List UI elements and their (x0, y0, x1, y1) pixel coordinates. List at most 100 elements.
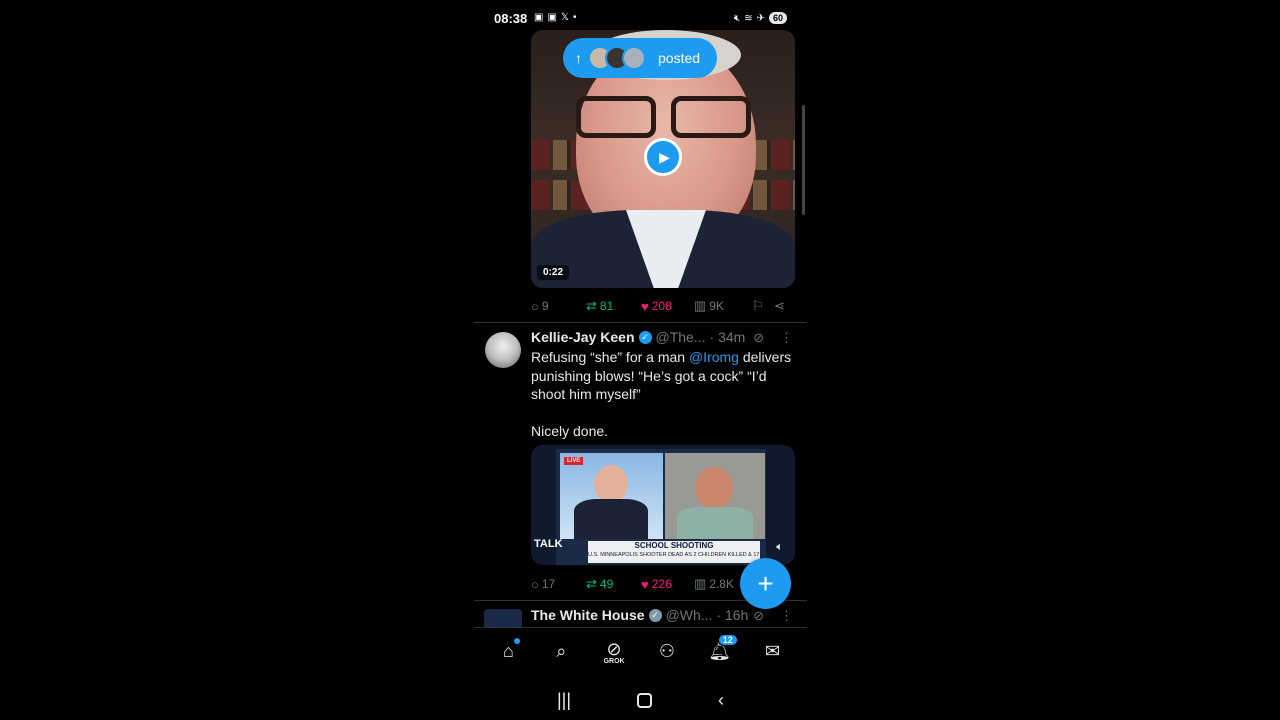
like-button[interactable]: ♥ 208 (641, 299, 694, 314)
author-handle[interactable]: @The... (656, 329, 706, 345)
search-icon: ⌕ (556, 641, 567, 661)
heart-filled-icon: ♥ (641, 576, 649, 592)
tv-right-panel (665, 453, 765, 539)
verified-gray-badge-icon: ✓ (648, 608, 662, 622)
nav-grok[interactable]: ⊘ GROK (594, 632, 634, 672)
views-count: 9K (709, 299, 724, 313)
tweet2-header: Kellie-Jay Keen ✓ @The... · 34m (531, 329, 745, 345)
repost-count: 81 (599, 299, 614, 313)
people-icon: ⚇ (658, 641, 675, 661)
reply-button[interactable]: ○ 17 (531, 577, 586, 592)
share-button[interactable]: ⋖ (774, 298, 794, 314)
repost-button[interactable]: ⇄ 81 (586, 298, 641, 314)
views-chart-icon: ▥ (694, 576, 707, 591)
mention-link[interactable]: @Iromg (689, 349, 739, 365)
tweet2-text: Refusing “she” for a man @Iromg delivers… (531, 348, 801, 404)
bottom-nav: ⌂ ⌕ ⊘ GROK ⚇ 🔔︎ 12 ✉ (474, 627, 807, 675)
repost-icon: ⇄ (586, 298, 597, 313)
nav-communities[interactable]: ⚇ (647, 632, 687, 672)
like-count: 208 (651, 299, 672, 313)
views-count: 2.8K (709, 577, 734, 591)
screenshot-icon: ▣ (534, 12, 544, 23)
tweet-time: · 34m (709, 329, 746, 345)
reply-icon: ○ (531, 576, 539, 592)
posted-label: posted (658, 50, 701, 66)
video-duration: 0:22 (537, 265, 570, 280)
nav-notifications[interactable]: 🔔︎ 12 (700, 632, 740, 672)
battery-indicator: 60 (768, 12, 787, 24)
system-home-button[interactable] (637, 692, 652, 708)
mail-icon: ✉ (765, 641, 781, 661)
tweet3-tools: ⊘ ⋮ (753, 608, 793, 624)
author-name[interactable]: Kellie-Jay Keen (531, 329, 635, 345)
verified-badge-icon: ✓ (638, 330, 652, 344)
airplane-icon: ✈ (756, 12, 765, 24)
news-banner: SCHOOL SHOOTING U.S. MINNEAPOLIS SHOOTER… (588, 541, 760, 563)
tweet2-video[interactable]: LIVE SCHOOL SHOOTING U.S. MINNEAPOLIS SH… (531, 445, 795, 565)
views-button[interactable]: ▥ 9K (694, 298, 752, 314)
tweet-text: Refusing “she” for a man (531, 349, 689, 365)
grok-icon: ⊘ (606, 638, 622, 659)
notifications-badge: 12 (717, 633, 738, 646)
more-options-icon[interactable]: ⋮ (780, 608, 793, 624)
banner-subtitle: U.S. MINNEAPOLIS SHOOTER DEAD AS 2 CHILD… (588, 552, 760, 558)
status-time: 08:38 (494, 11, 528, 26)
like-button[interactable]: ♥ 226 (641, 577, 694, 592)
author-name[interactable]: The White House (531, 607, 645, 623)
repost-icon: ⇄ (586, 576, 597, 591)
wifi-icon: ≋ (744, 12, 753, 24)
reply-button[interactable]: ○ 9 (531, 299, 586, 314)
like-count: 226 (651, 577, 672, 591)
posted-avatars (588, 46, 646, 70)
share-icon: ⋖ (774, 298, 785, 313)
new-content-dot (514, 637, 521, 644)
plus-icon: + (757, 567, 774, 599)
more-options-icon[interactable]: ⋮ (780, 330, 793, 346)
recent-apps-icon[interactable]: ||| (557, 690, 571, 711)
heart-filled-icon: ♥ (641, 298, 649, 314)
avatar[interactable] (484, 609, 522, 629)
grok-label: GROK (603, 657, 625, 665)
x-app-icon: 𝕏 (560, 12, 569, 23)
speaker-icon[interactable]: 🔈︎ (776, 541, 783, 554)
bookmark-icon: ⚐ (752, 298, 764, 313)
dot-icon: • (572, 12, 577, 23)
scrollbar[interactable] (802, 105, 805, 215)
tweet-time: · 16h (716, 607, 749, 623)
mute-icon: 🔇︎ (733, 12, 741, 24)
repost-button[interactable]: ⇄ 49 (586, 576, 641, 592)
tv-left-panel: LIVE (560, 453, 663, 539)
tweet3-header: The White House ✓ @Wh... · 16h (531, 607, 748, 623)
play-icon: ▶ (659, 148, 670, 165)
tweet2-tools: ⊘ ⋮ (753, 330, 793, 346)
tweet2-text-line2: Nicely done. (531, 423, 609, 439)
avatar (622, 46, 646, 70)
reply-count: 9 (541, 299, 549, 313)
back-icon[interactable]: ‹ (718, 690, 724, 711)
reply-count: 17 (541, 577, 556, 591)
compose-post-button[interactable]: + (740, 558, 791, 609)
views-chart-icon: ▥ (694, 298, 707, 313)
grok-icon[interactable]: ⊘ (753, 608, 764, 624)
play-button[interactable]: ▶ (644, 138, 682, 176)
new-posts-pill[interactable]: ↑ posted (563, 38, 717, 78)
nav-messages[interactable]: ✉ (753, 632, 793, 672)
avatar[interactable] (485, 332, 521, 368)
system-nav-bar: ||| ‹ (474, 680, 807, 720)
arrow-up-icon: ↑ (575, 50, 582, 66)
bookmark-button[interactable]: ⚐ (752, 298, 774, 314)
status-left-icons: ▣ ▣ 𝕏 • (534, 12, 576, 23)
status-right-icons: 🔇︎ ≋ ✈ 60 (734, 12, 787, 24)
tv-frame: LIVE SCHOOL SHOOTING U.S. MINNEAPOLIS SH… (556, 449, 766, 565)
video-person-glasses (576, 96, 756, 140)
tweet1-actions: ○ 9 ⇄ 81 ♥ 208 ▥ 9K ⚐ ⋖ (531, 296, 795, 316)
nav-search[interactable]: ⌕ (541, 632, 581, 672)
author-handle[interactable]: @Wh... (666, 607, 713, 623)
home-icon: ⌂ (502, 641, 514, 661)
grok-icon[interactable]: ⊘ (753, 330, 764, 346)
banner-title: SCHOOL SHOOTING (634, 541, 714, 550)
nav-home[interactable]: ⌂ (488, 632, 528, 672)
divider (474, 322, 807, 323)
screen-record-icon: ▣ (547, 12, 557, 23)
repost-count: 49 (599, 577, 614, 591)
